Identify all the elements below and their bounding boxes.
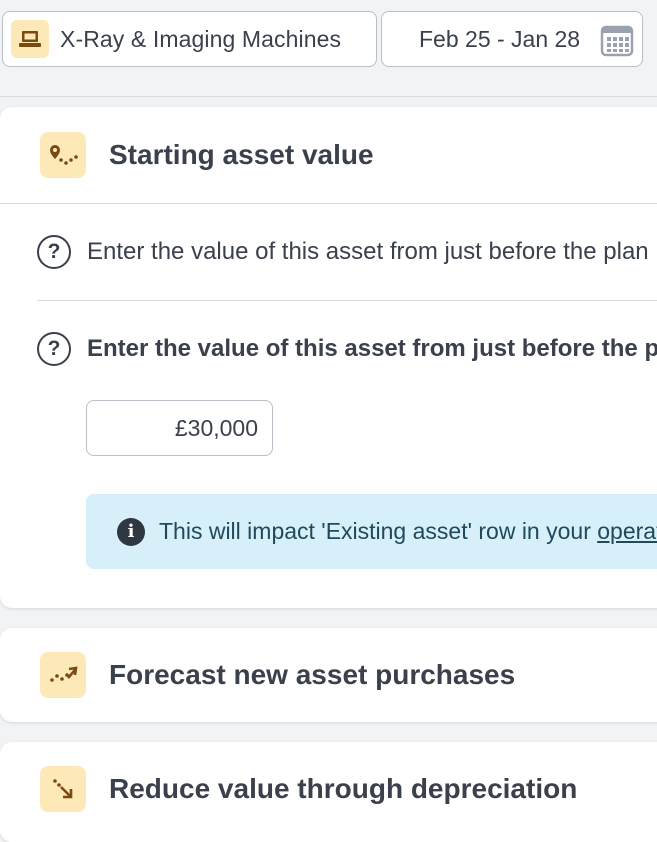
depreciation-title: Reduce value through depreciation <box>109 773 578 804</box>
asset-selector-label: X-Ray & Imaging Machines <box>60 25 342 52</box>
forecast-purchases-title: Forecast new asset purchases <box>109 659 516 690</box>
help-icon[interactable]: ? <box>37 235 71 269</box>
question-text-2: Enter the value of this asset from just … <box>87 335 657 362</box>
depreciation-card: Reduce value through depreciation <box>0 742 657 842</box>
forecast-purchases-header[interactable]: Forecast new asset purchases <box>0 628 657 722</box>
info-message: This will impact 'Existing asset' row in… <box>159 518 598 544</box>
route-pin-icon <box>40 132 86 178</box>
info-banner: i This will impact 'Existing asset' row … <box>86 494 657 569</box>
trend-down-icon <box>40 766 86 812</box>
machine-icon <box>11 20 49 58</box>
question-text-1: Enter the value of this asset from just … <box>87 238 649 265</box>
help-icon[interactable]: ? <box>37 332 71 366</box>
date-range-label: Feb 25 - Jan 28 <box>419 25 581 52</box>
asset-selector[interactable]: X-Ray & Imaging Machines <box>2 11 377 67</box>
info-link[interactable]: operating <box>597 518 657 544</box>
trend-up-icon <box>40 652 86 698</box>
date-range-selector[interactable]: Feb 25 - Jan 28 <box>381 11 643 67</box>
info-icon: i <box>117 517 145 546</box>
info-text: This will impact 'Existing asset' row in… <box>159 518 657 545</box>
question-row-1: ? Enter the value of this asset from jus… <box>0 204 657 300</box>
starting-value-input[interactable] <box>86 400 273 456</box>
starting-asset-value-header[interactable]: Starting asset value <box>0 107 657 203</box>
forecast-purchases-card: Forecast new asset purchases <box>0 628 657 722</box>
question-row-2: ? Enter the value of this asset from jus… <box>0 301 657 397</box>
calendar-icon[interactable] <box>600 23 634 62</box>
starting-asset-value-card: Starting asset value ? Enter the value o… <box>0 107 657 608</box>
top-bar: X-Ray & Imaging Machines Feb 25 - Jan 28 <box>0 0 657 97</box>
depreciation-header[interactable]: Reduce value through depreciation <box>0 742 657 836</box>
starting-asset-value-title: Starting asset value <box>109 139 374 170</box>
